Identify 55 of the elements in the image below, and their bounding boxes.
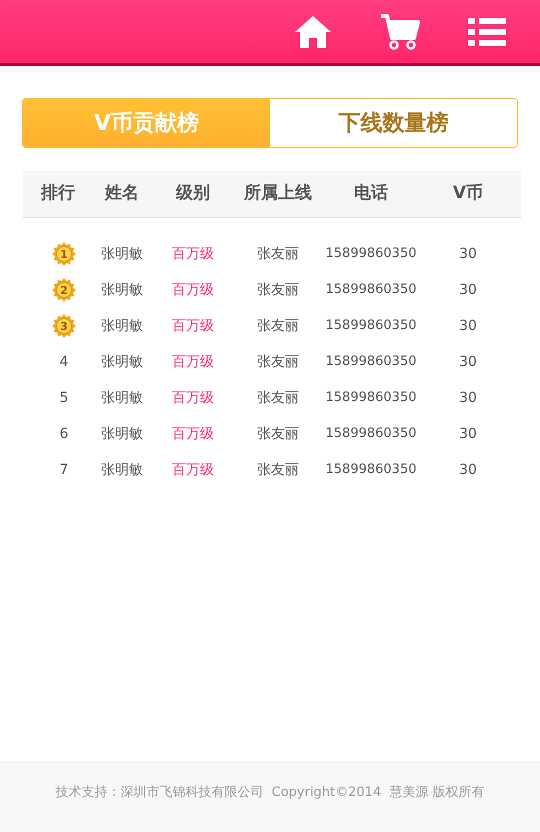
table-cell-text: 张友丽 [257,280,299,300]
table-cell-text: 15899860350 [326,389,416,408]
table-cell-text: 15899860350 [326,281,416,300]
copyright-text: 技术支持：深圳市飞锦科技有限公司 Copyright©2014 慧美源 版权所有 [55,784,485,802]
rank-number: 1 [60,248,68,260]
medal-icon [52,314,76,338]
table-cell-text: 15899860350 [326,317,416,336]
table-cell-text: 30 [459,424,477,444]
table-cell-text: 张友丽 [257,244,299,264]
column-header: 所属上线 [242,182,313,206]
table-cell-text: 30 [459,352,477,372]
medal-icon [52,242,76,266]
table-cell-text: 百万级 [172,280,214,300]
table-cell-text: 百万级 [172,316,214,336]
table-cell-text: 30 [459,388,477,408]
rank-number: 5 [60,388,68,408]
home-icon[interactable] [294,14,332,48]
table-cell-text: 张友丽 [257,460,299,480]
rank-number: 7 [60,460,68,480]
table-cell-text: 张友丽 [257,388,299,408]
table-cell-text: 30 [459,244,477,264]
column-header: 姓名 [104,182,140,206]
table-cell-text: 张友丽 [257,352,299,372]
rank-number: 6 [60,424,68,444]
table-cell-text: 张友丽 [257,316,299,336]
table-cell-text: 张明敏 [101,424,143,444]
cart-icon[interactable] [380,14,420,50]
table-cell-text: 张明敏 [101,352,143,372]
table-cell-text: 百万级 [172,388,214,408]
table-cell-text: 15899860350 [326,245,416,264]
menu-icon[interactable] [468,18,506,46]
rank-number: 4 [60,352,68,372]
column-header: 电话 [353,182,389,206]
table-cell-text: 百万级 [172,424,214,444]
table-cell-text: 15899860350 [326,461,416,480]
table-cell-text: 百万级 [172,352,214,372]
table-cell-text: 百万级 [172,460,214,480]
column-header: 级别 [174,182,211,206]
table-cell-text: 张明敏 [101,280,143,300]
table-cell-text: 张明敏 [101,244,143,264]
column-header: V币 [452,182,484,206]
column-header: 排行 [40,182,76,206]
table-cell-text: 15899860350 [326,353,416,372]
rank-number: 3 [60,320,68,332]
table-cell-text: 张明敏 [101,388,143,408]
table-cell-text: 张明敏 [101,460,143,480]
rank-number: 2 [60,284,68,296]
medal-icon [52,278,76,302]
table-cell-text: 30 [459,460,477,480]
table-cell-text: 张友丽 [257,424,299,444]
table-cell-text: 百万级 [172,244,214,264]
table-cell-text: 30 [459,316,477,336]
table-cell-text: 30 [459,280,477,300]
table-cell-text: 张明敏 [101,316,143,336]
table-cell-text: 15899860350 [326,425,416,444]
